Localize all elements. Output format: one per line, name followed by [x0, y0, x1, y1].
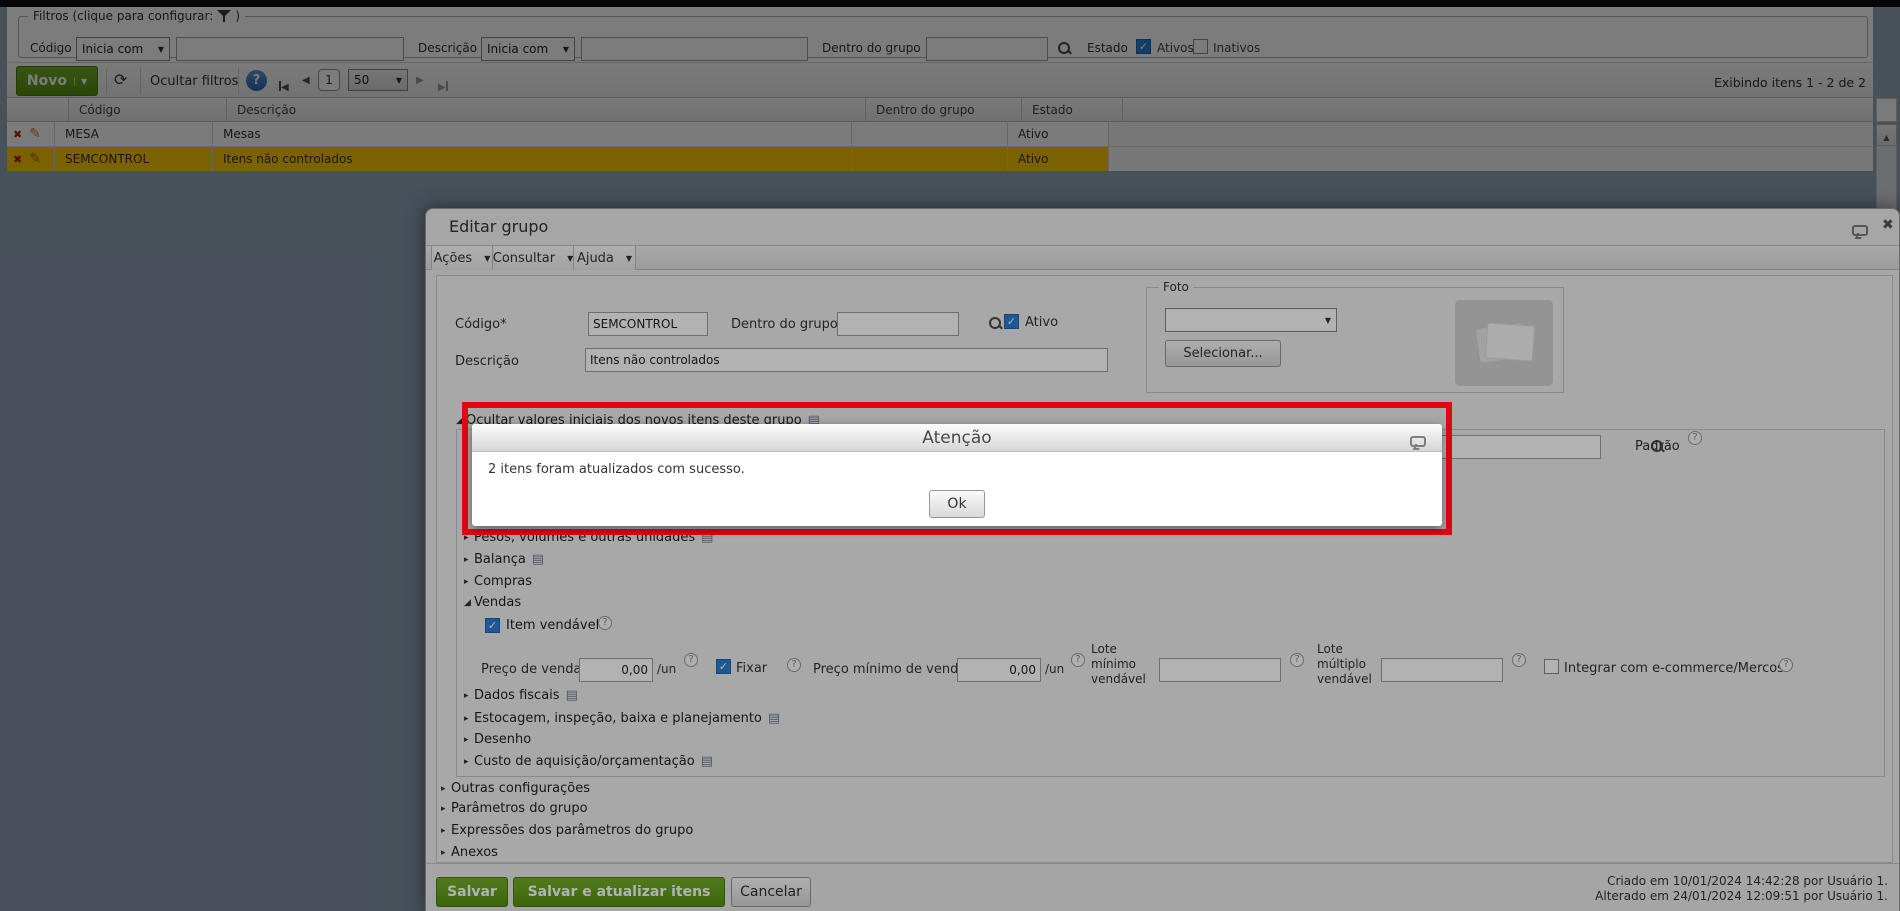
atencao-alert: Atenção 2 itens foram atualizados com su…: [472, 424, 1442, 526]
alert-message: 2 itens foram atualizados com sucesso.: [488, 462, 745, 477]
ok-button[interactable]: Ok: [929, 490, 985, 518]
comment-icon[interactable]: [1410, 436, 1426, 447]
alert-titlebar: Atenção: [472, 424, 1442, 452]
alert-title: Atenção: [922, 427, 992, 448]
